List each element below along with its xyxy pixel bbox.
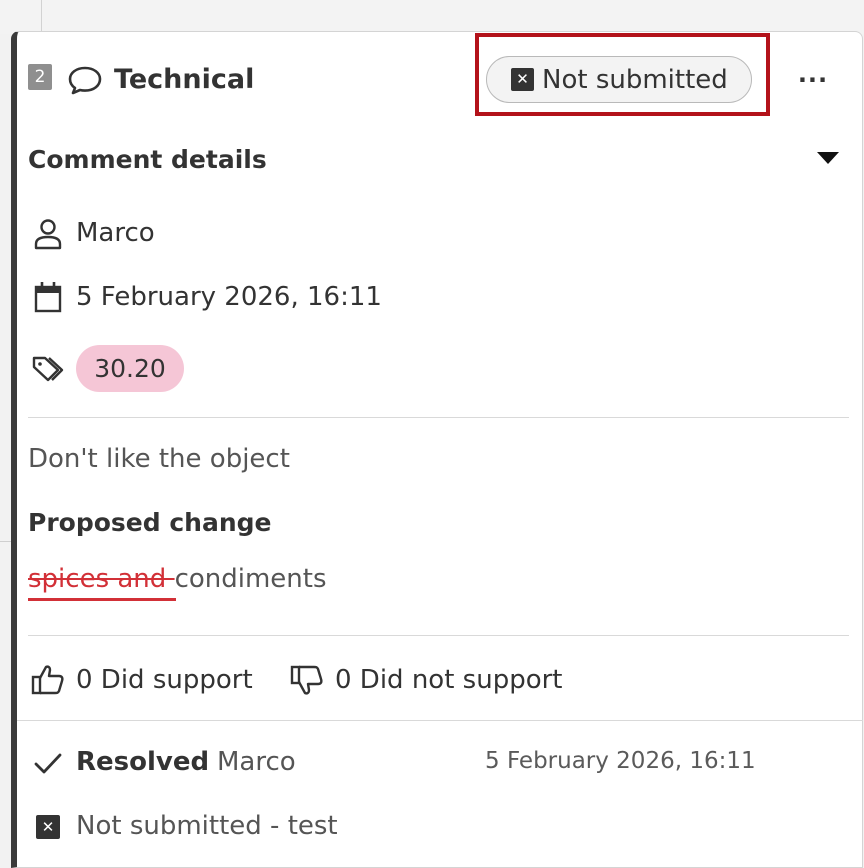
highlight-box xyxy=(475,33,770,116)
more-options-icon[interactable]: ··· xyxy=(793,62,833,102)
background-divider xyxy=(41,0,42,34)
thumbs-down-icon[interactable] xyxy=(290,664,324,696)
comment-card: 2 Technical ✕ Not submitted ··· Comment … xyxy=(11,31,863,868)
comment-text: Don't like the object xyxy=(28,444,290,474)
background-strip xyxy=(0,0,864,34)
kept-text: condiments xyxy=(174,564,327,594)
comment-category-title: Technical xyxy=(114,64,255,95)
proposed-change-title: Proposed change xyxy=(28,508,272,537)
removed-text-underline xyxy=(28,598,176,601)
checkmark-icon xyxy=(34,753,62,774)
support-count[interactable]: 0 Did support xyxy=(76,664,253,696)
divider xyxy=(17,720,863,721)
author-name: Marco xyxy=(76,218,155,248)
divider xyxy=(28,417,849,418)
comment-number-badge: 2 xyxy=(28,64,52,90)
thumbs-up-icon[interactable] xyxy=(31,664,65,696)
caret-down-icon[interactable] xyxy=(817,152,839,164)
resolved-by: Marco xyxy=(217,747,296,777)
comment-datetime: 5 February 2026, 16:11 xyxy=(76,282,382,312)
tag-chip[interactable]: 30.20 xyxy=(76,345,184,392)
speech-bubble-icon xyxy=(68,66,102,95)
close-box-icon: ✕ xyxy=(36,815,60,839)
resolution-note: Not submitted - test xyxy=(76,811,338,841)
proposed-change-text: spices and condiments xyxy=(28,563,327,595)
removed-text: spices and xyxy=(28,564,175,594)
tags-icon xyxy=(32,356,64,382)
resolution-status: Resolved xyxy=(76,747,210,777)
not-support-count[interactable]: 0 Did not support xyxy=(335,664,563,696)
user-icon xyxy=(34,219,62,250)
resolved-datetime: 5 February 2026, 16:11 xyxy=(485,748,756,774)
calendar-icon xyxy=(34,282,62,313)
divider xyxy=(28,635,849,636)
comment-details-title[interactable]: Comment details xyxy=(28,144,267,176)
